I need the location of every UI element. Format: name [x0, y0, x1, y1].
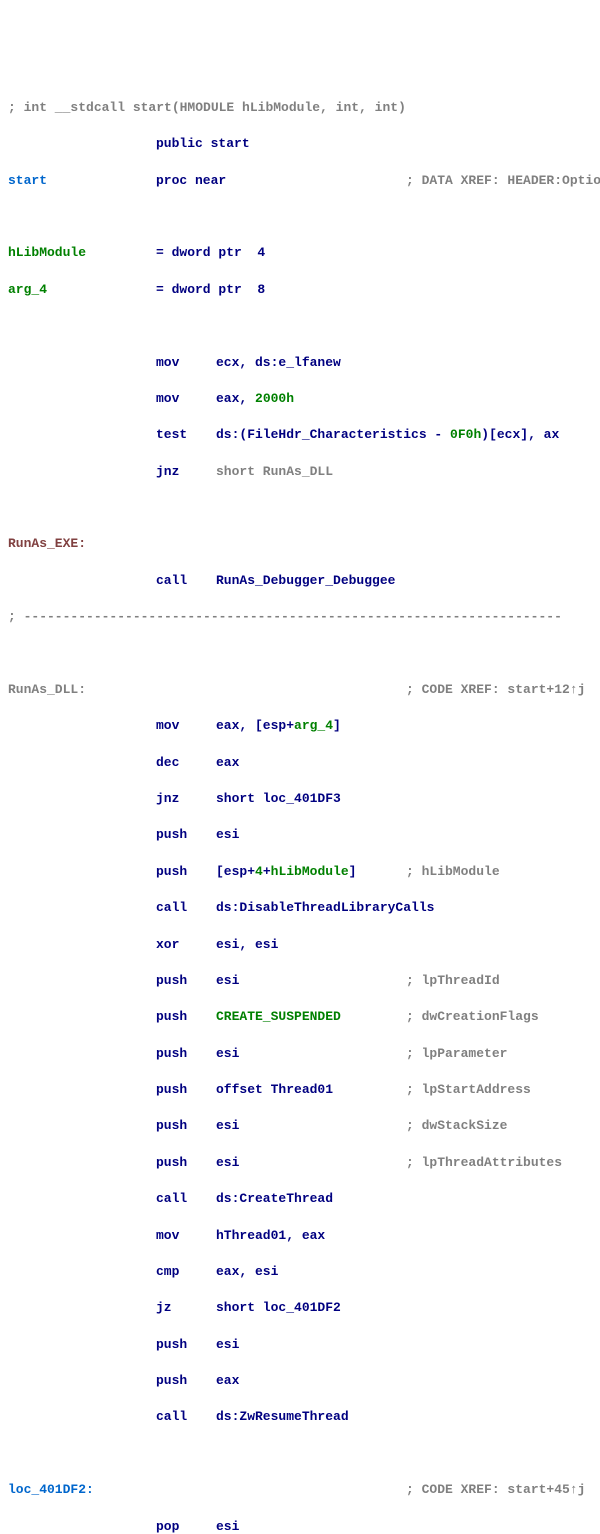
insn: mov	[156, 354, 216, 372]
insn-args: esi	[216, 1117, 406, 1135]
insn: push	[156, 1045, 216, 1063]
insn: push	[156, 1336, 216, 1354]
insn-comment: ; dwCreationFlags	[406, 1009, 539, 1024]
insn-args: ds:ZwResumeThread	[216, 1409, 349, 1424]
insn: push	[156, 1372, 216, 1390]
insn: mov	[156, 1227, 216, 1245]
insn-args: ds:DisableThreadLibraryCalls	[216, 900, 434, 915]
local-arg4-val: = dword ptr 8	[156, 282, 265, 297]
insn: call	[156, 1190, 216, 1208]
insn-args: esi	[216, 972, 406, 990]
insn: push	[156, 826, 216, 844]
signature-comment: ; int __stdcall start(HMODULE hLibModule…	[8, 100, 406, 115]
insn-args: esi	[216, 1045, 406, 1063]
header-xref: ; DATA XREF: HEADER:Optional	[406, 173, 600, 188]
insn-comment: ; lpThreadAttributes	[406, 1155, 562, 1170]
insn: call	[156, 572, 216, 590]
proc-near: proc near	[156, 173, 226, 188]
local-hlib: hLibModule	[8, 245, 86, 260]
insn: push	[156, 1081, 216, 1099]
label-runas-exe: RunAs_EXE:	[8, 536, 86, 551]
insn: push	[156, 1117, 216, 1135]
xref: ; CODE XREF: start+12↑j	[406, 682, 585, 697]
insn-args: ecx, ds:e_lfanew	[216, 355, 341, 370]
insn-args: eax	[216, 1373, 239, 1388]
insn-comment: ; lpStartAddress	[406, 1082, 531, 1097]
insn: push	[156, 972, 216, 990]
insn-args: ds:(FileHdr_Characteristics - 0F0h)[ecx]…	[216, 427, 559, 442]
insn: jnz	[156, 790, 216, 808]
insn: push	[156, 1008, 216, 1026]
insn-args: ds:CreateThread	[216, 1191, 333, 1206]
insn: call	[156, 899, 216, 917]
local-arg4: arg_4	[8, 282, 47, 297]
insn-args: eax, esi	[216, 1264, 278, 1279]
insn-args: eax	[216, 755, 239, 770]
insn-args: esi	[216, 1154, 406, 1172]
insn: jz	[156, 1299, 216, 1317]
insn-args: esi	[216, 1337, 239, 1352]
label-runas-dll: RunAs_DLL:	[8, 682, 86, 697]
insn-args: offset Thread01	[216, 1081, 406, 1099]
disassembly-view: ; int __stdcall start(HMODULE hLibModule…	[8, 81, 600, 1534]
insn: pop	[156, 1518, 216, 1534]
insn: jnz	[156, 463, 216, 481]
insn-comment: ; lpParameter	[406, 1046, 507, 1061]
call-target: RunAs_Debugger_Debuggee	[216, 573, 395, 588]
proc-label: start	[8, 173, 47, 188]
insn-comment: ; hLibModule	[406, 864, 500, 879]
insn-args: short RunAs_DLL	[216, 464, 333, 479]
local-hlib-val: = dword ptr 4	[156, 245, 265, 260]
insn-args: eax, [esp+arg_4]	[216, 718, 341, 733]
xref: ; CODE XREF: start+45↑j	[406, 1482, 585, 1497]
insn-args: short loc_401DF3	[216, 791, 341, 806]
insn-args: esi, esi	[216, 937, 278, 952]
insn: mov	[156, 717, 216, 735]
insn-args: hThread01, eax	[216, 1228, 325, 1243]
insn-args: esi	[216, 827, 239, 842]
public-decl: public start	[156, 136, 250, 151]
insn: call	[156, 1408, 216, 1426]
insn: cmp	[156, 1263, 216, 1281]
insn-args: eax, 2000h	[216, 391, 294, 406]
insn: xor	[156, 936, 216, 954]
insn: mov	[156, 390, 216, 408]
insn-comment: ; lpThreadId	[406, 973, 500, 988]
insn: push	[156, 1154, 216, 1172]
insn-args: [esp+4+hLibModule]	[216, 863, 406, 881]
insn: test	[156, 426, 216, 444]
insn-args: short loc_401DF2	[216, 1300, 341, 1315]
insn-args: CREATE_SUSPENDED	[216, 1008, 406, 1026]
label-loc-401df2: loc_401DF2:	[8, 1482, 94, 1497]
insn-args: esi	[216, 1519, 239, 1534]
insn: push	[156, 863, 216, 881]
insn-comment: ; dwStackSize	[406, 1118, 507, 1133]
separator: ; --------------------------------------…	[8, 609, 562, 624]
insn: dec	[156, 754, 216, 772]
